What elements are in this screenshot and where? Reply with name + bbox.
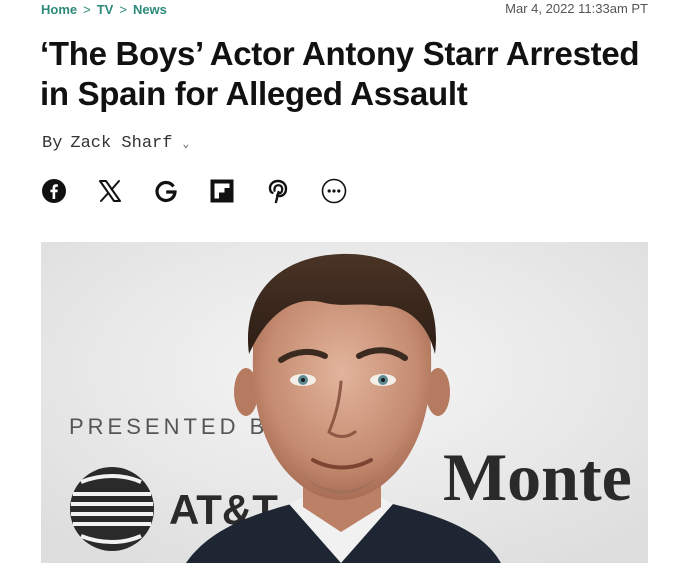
x-icon[interactable]: [97, 178, 123, 204]
breadcrumb-home[interactable]: Home: [41, 2, 77, 17]
hero-image: PRESENTED B AT&T Monte: [41, 242, 648, 563]
author-name[interactable]: Zack Sharf: [70, 134, 172, 153]
byline-prefix: By: [42, 134, 63, 153]
share-bar: [41, 178, 347, 204]
breadcrumb-news[interactable]: News: [133, 2, 167, 17]
facebook-icon[interactable]: [41, 178, 67, 204]
flipboard-icon[interactable]: [209, 178, 235, 204]
byline: By Zack Sharf ⌄: [42, 134, 189, 153]
breadcrumb-separator: >: [83, 1, 91, 17]
article-title: ‘The Boys’ Actor Antony Starr Arrested i…: [40, 35, 640, 112]
more-icon[interactable]: [321, 178, 347, 204]
pinterest-icon[interactable]: [265, 178, 291, 204]
breadcrumb-tv[interactable]: TV: [97, 2, 114, 17]
backdrop-text-right: Monte: [443, 439, 632, 515]
breadcrumb: Home > TV > News: [41, 0, 167, 18]
publish-date: Mar 4, 2022 11:33am PT: [505, 1, 648, 16]
breadcrumb-separator: >: [119, 1, 127, 17]
chevron-down-icon[interactable]: ⌄: [182, 137, 189, 151]
att-logo-icon: [70, 467, 154, 551]
google-icon[interactable]: [153, 178, 179, 204]
hero-photo: PRESENTED B AT&T Monte: [41, 242, 648, 563]
backdrop-text: PRESENTED B: [69, 414, 268, 439]
